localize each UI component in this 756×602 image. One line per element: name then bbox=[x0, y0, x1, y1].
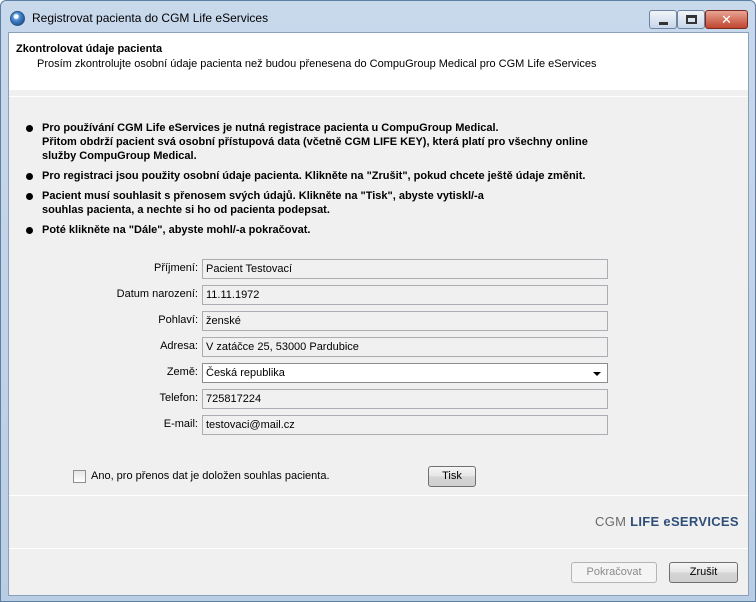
gender-label: Pohlaví: bbox=[158, 314, 198, 326]
instruction-line: Pro používání CGM Life eServices je nutn… bbox=[42, 122, 499, 134]
next-button[interactable]: Pokračovat bbox=[571, 562, 657, 583]
address-label: Adresa: bbox=[160, 340, 198, 352]
page-subtitle: Prosím zkontrolujte osobní údaje pacient… bbox=[37, 58, 597, 70]
wizard-header: Zkontrolovat údaje pacienta Prosím zkont… bbox=[9, 33, 748, 90]
page-title: Zkontrolovat údaje pacienta bbox=[16, 43, 163, 55]
title-bar[interactable]: Registrovat pacienta do CGM Life eServic… bbox=[1, 1, 755, 33]
form-divider bbox=[9, 495, 748, 496]
surname-field[interactable]: Pacient Testovací bbox=[202, 259, 608, 279]
maximize-button[interactable] bbox=[677, 10, 705, 29]
close-button[interactable]: ✕ bbox=[705, 10, 748, 29]
form-row-phone: Telefon: 725817224 bbox=[9, 389, 748, 409]
close-icon: ✕ bbox=[721, 12, 732, 27]
footer-divider bbox=[9, 548, 748, 549]
instruction-line: Pro registraci jsou použity osobní údaje… bbox=[42, 170, 586, 182]
minimize-icon bbox=[659, 22, 668, 25]
birthdate-field[interactable]: 11.11.1972 bbox=[202, 285, 608, 305]
consent-checkbox[interactable] bbox=[73, 470, 86, 483]
chevron-down-icon[interactable] bbox=[593, 372, 601, 376]
birthdate-label: Datum narození: bbox=[116, 288, 198, 300]
gender-field[interactable]: ženské bbox=[202, 311, 608, 331]
country-select[interactable]: Česká republika bbox=[202, 363, 608, 383]
bullet-icon bbox=[26, 173, 33, 180]
form-row-address: Adresa: V zatáčce 25, 53000 Pardubice bbox=[9, 337, 748, 357]
instruction-list: Pro používání CGM Life eServices je nutn… bbox=[26, 121, 726, 243]
address-field[interactable]: V zatáčce 25, 53000 Pardubice bbox=[202, 337, 608, 357]
phone-label: Telefon: bbox=[159, 392, 198, 404]
instruction-line: souhlas pacienta, a nechte si ho od paci… bbox=[42, 204, 330, 216]
window-title: Registrovat pacienta do CGM Life eServic… bbox=[32, 11, 269, 25]
print-button[interactable]: Tisk bbox=[428, 466, 476, 487]
maximize-icon bbox=[686, 15, 697, 24]
consent-label[interactable]: Ano, pro přenos dat je doložen souhlas p… bbox=[91, 470, 330, 482]
email-label: E-mail: bbox=[163, 418, 198, 430]
country-selected-value: Česká republika bbox=[206, 367, 285, 379]
form-row-gender: Pohlaví: ženské bbox=[9, 311, 748, 331]
logo-part-life-eservices: LIFE eSERVICES bbox=[630, 514, 739, 529]
surname-label: Příjmení: bbox=[153, 262, 198, 274]
instruction-line: Pacient musí souhlasit s přenosem svých … bbox=[42, 190, 484, 202]
bullet-icon bbox=[26, 227, 33, 234]
form-row-surname: Příjmení: Pacient Testovací bbox=[9, 259, 748, 279]
instruction-item: Poté klikněte na "Dále", abyste mohl/-a … bbox=[26, 223, 726, 237]
logo-part-cgm: CGM bbox=[595, 514, 631, 529]
bullet-icon bbox=[26, 125, 33, 132]
app-globe-icon bbox=[10, 11, 25, 26]
instruction-line: Přitom obdrží pacient svá osobní přístup… bbox=[42, 136, 588, 148]
form-row-email: E-mail: testovaci@mail.cz bbox=[9, 415, 748, 435]
country-label: Země: bbox=[166, 366, 198, 378]
dialog-window: Registrovat pacienta do CGM Life eServic… bbox=[0, 0, 756, 602]
cancel-button[interactable]: Zrušit bbox=[669, 562, 738, 583]
instruction-item: Pro používání CGM Life eServices je nutn… bbox=[26, 121, 726, 163]
bullet-icon bbox=[26, 193, 33, 200]
form-row-birthdate: Datum narození: 11.11.1972 bbox=[9, 285, 748, 305]
instruction-line: Poté klikněte na "Dále", abyste mohl/-a … bbox=[42, 224, 311, 236]
header-divider bbox=[9, 96, 748, 97]
phone-field[interactable]: 725817224 bbox=[202, 389, 608, 409]
instruction-line: služby CompuGroup Medical. bbox=[42, 150, 197, 162]
form-row-country: Země: Česká republika bbox=[9, 363, 748, 383]
instruction-item: Pacient musí souhlasit s přenosem svých … bbox=[26, 189, 726, 217]
email-field[interactable]: testovaci@mail.cz bbox=[202, 415, 608, 435]
cgm-logo: CGM LIFE eSERVICES bbox=[595, 514, 739, 529]
minimize-button[interactable] bbox=[649, 10, 677, 29]
dialog-content: Zkontrolovat údaje pacienta Prosím zkont… bbox=[8, 32, 749, 596]
instruction-item: Pro registraci jsou použity osobní údaje… bbox=[26, 169, 726, 183]
